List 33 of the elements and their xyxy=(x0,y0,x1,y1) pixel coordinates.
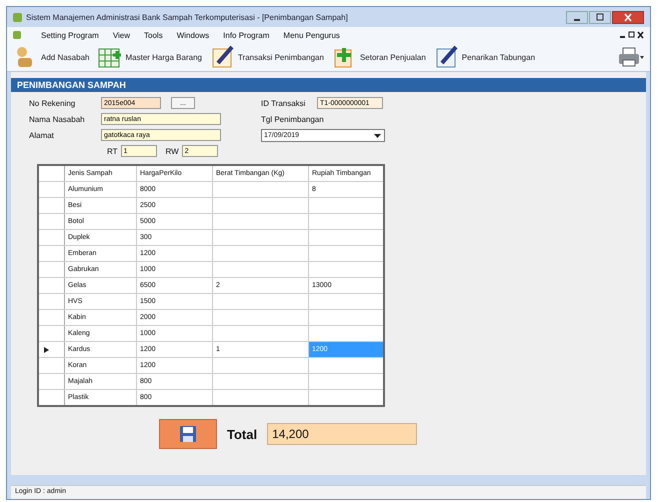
current-row-icon xyxy=(44,346,49,352)
menu-item[interactable]: Windows xyxy=(176,30,210,40)
total-label: Total xyxy=(227,426,258,442)
toolbar-button[interactable]: Transaksi Penimbangan xyxy=(210,45,328,69)
field-label: ID Transaksi xyxy=(261,98,306,108)
section-header: PENIMBANGAN SAMPAH xyxy=(11,78,646,92)
app-icon xyxy=(13,31,21,39)
menu-item[interactable]: Info Program xyxy=(223,30,270,40)
close-button[interactable] xyxy=(612,10,644,24)
minimize-button[interactable] xyxy=(566,10,588,24)
printer-icon[interactable] xyxy=(618,46,644,68)
toolbar-button[interactable]: Penarikan Tabungan xyxy=(434,45,540,69)
total-field: 14,200 xyxy=(267,423,418,445)
toolbar-button[interactable]: Setoran Penjualan xyxy=(332,45,430,69)
menu-item[interactable]: Setting Program xyxy=(41,30,99,40)
field-label: No Rekening xyxy=(29,98,76,108)
toolbar-button[interactable]: Master Harga Barang xyxy=(97,45,206,69)
menu-item[interactable]: Tools xyxy=(144,30,163,40)
field-label: Alamat xyxy=(29,130,55,140)
field-label: RW xyxy=(166,146,179,156)
menu-item[interactable]: Menu Pengurus xyxy=(283,30,340,40)
field-label: RT xyxy=(107,146,118,156)
toolbar-button[interactable]: Add Nasabah xyxy=(13,45,94,69)
field-label: Nama Nasabah xyxy=(29,114,86,124)
save-icon xyxy=(179,425,197,443)
save-button[interactable] xyxy=(159,419,217,449)
window-controls-icon[interactable] xyxy=(620,31,644,39)
window-title: Sistem Manajemen Administrasi Bank Sampah Terkomputerisasi - [Penimbangan Sampah] xyxy=(26,12,349,22)
pen-icon xyxy=(210,45,236,69)
maximize-button[interactable] xyxy=(589,10,611,24)
field-label: Tgl Penimbangan xyxy=(261,114,324,124)
app-icon xyxy=(13,12,22,22)
menu-item[interactable]: View xyxy=(112,30,130,40)
